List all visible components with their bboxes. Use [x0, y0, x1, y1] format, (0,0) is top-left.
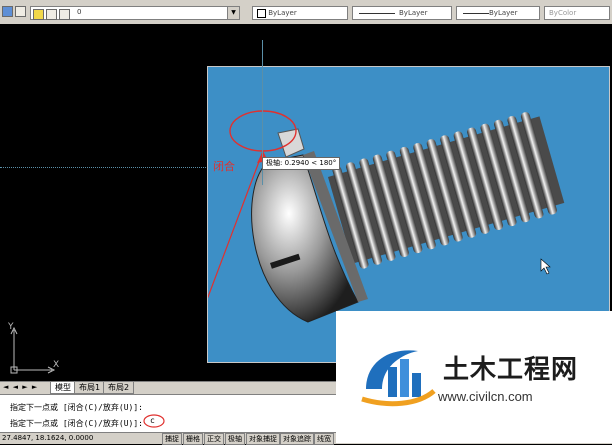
polar-tracking-tooltip: 极轴: 0.2940 < 180°: [262, 157, 341, 170]
plotstyle-dropdown[interactable]: ByColor: [544, 6, 610, 20]
ucs-x-label: X: [53, 360, 60, 370]
chevron-down-icon[interactable]: ▼: [227, 7, 239, 19]
ortho-button[interactable]: 正交: [204, 433, 224, 445]
brand-url: www.civilcn.com: [438, 389, 533, 404]
osnap-button[interactable]: 对象捕捉: [246, 433, 280, 445]
layer-manager-icon[interactable]: [2, 6, 13, 17]
color-value: ByLayer: [268, 9, 297, 17]
plotstyle-value: ByColor: [549, 9, 577, 17]
color-dropdown[interactable]: ByLayer: [252, 6, 348, 20]
polar-button[interactable]: 极轴: [225, 433, 245, 445]
ucs-axes-icon: [10, 326, 56, 374]
sun-icon: [46, 9, 57, 20]
bulb-icon: [33, 9, 44, 20]
layer-value: 0: [77, 8, 82, 16]
lock-icon: [59, 9, 70, 20]
lineweight-preview: [463, 13, 489, 14]
coordinate-readout: 27.4847, 18.1624, 0.0000: [2, 434, 94, 442]
tab-scroll-arrows[interactable]: ◄ ◄ ► ►: [3, 383, 38, 391]
layer-toolbar-icons: [2, 4, 26, 20]
ucs-y-label: Y: [8, 322, 14, 332]
grid-button[interactable]: 栅格: [183, 433, 203, 445]
layer-dropdown[interactable]: 0 ▼: [30, 6, 240, 20]
command-prompt-line: 指定下一点或 [闭合(C)/放弃(U)]:: [10, 419, 143, 428]
otrack-button[interactable]: 对象追踪: [280, 433, 314, 445]
lineweight-button[interactable]: 线宽: [314, 433, 334, 445]
command-history-line: 指定下一点或 [闭合(C)/放弃(U)]:: [10, 403, 143, 412]
lineweight-dropdown[interactable]: ByLayer: [456, 6, 540, 20]
linetype-value: ByLayer: [399, 9, 428, 17]
properties-toolbar: 0 ▼ ByLayer ByLayer ByLayer ByColor: [0, 0, 612, 25]
tab-model[interactable]: 模型: [50, 382, 76, 394]
watermark: 土木工程网 www.civilcn.com: [336, 311, 612, 443]
brand-name: 土木工程网: [443, 355, 579, 385]
lineweight-value: ByLayer: [489, 9, 518, 17]
tab-layout1[interactable]: 布局1: [74, 382, 106, 394]
snap-button[interactable]: 捕捉: [162, 433, 182, 445]
ucs-icon: Y X: [8, 322, 60, 376]
color-swatch-icon: [257, 8, 266, 18]
brand-logo-icon: [361, 350, 436, 407]
linetype-preview: [359, 13, 395, 14]
input-highlight-circle: [143, 414, 165, 428]
close-annotation: 闭合: [213, 160, 235, 173]
linetype-dropdown[interactable]: ByLayer: [352, 6, 452, 20]
tab-layout2[interactable]: 布局2: [103, 382, 135, 394]
layer-state-icon[interactable]: [15, 6, 26, 17]
